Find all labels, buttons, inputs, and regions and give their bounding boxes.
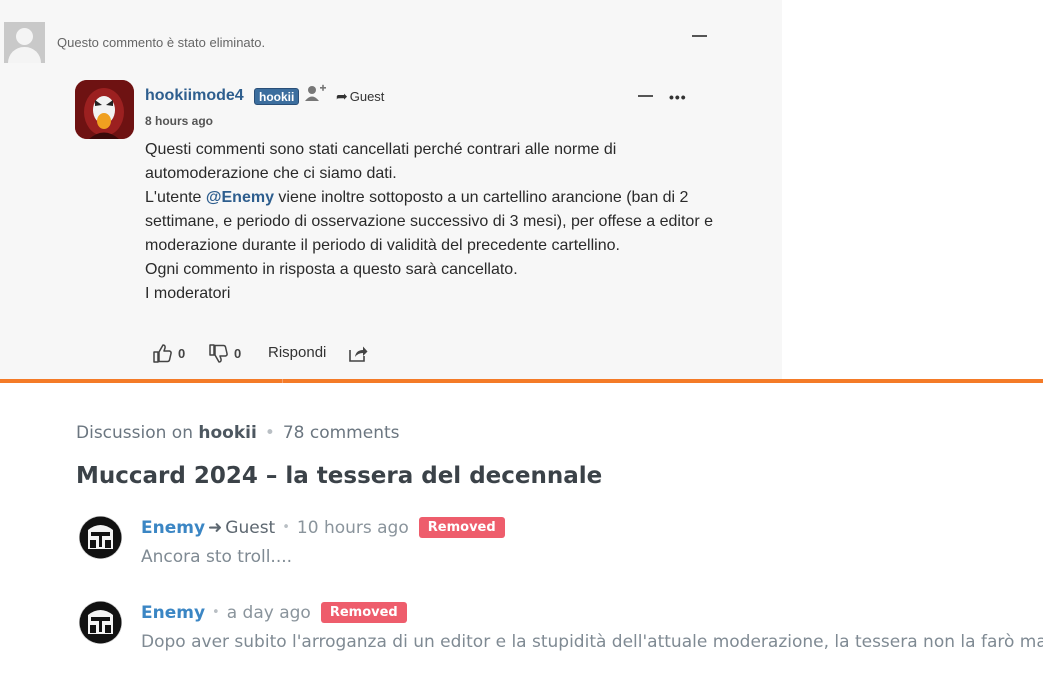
reply-arrow-icon: ➜ xyxy=(208,517,223,538)
site-link[interactable]: hookii xyxy=(198,423,256,443)
status-badge: Removed xyxy=(320,602,407,623)
guest-label: Guest xyxy=(349,89,385,104)
avatar[interactable] xyxy=(75,80,134,139)
deleted-comment: Questo commento è stato eliminato. xyxy=(0,0,782,70)
list-item: Enemy ➜ Guest • 10 hours ago Removed Anco… xyxy=(79,516,1043,567)
separator-dot: • xyxy=(264,423,275,443)
separator-line xyxy=(0,379,1043,383)
comment-thread-panel: Questo commento è stato eliminato. hooki… xyxy=(0,0,782,380)
status-badge: Removed xyxy=(418,517,505,538)
comment-paragraph: Questi commenti sono stati cancellati pe… xyxy=(145,141,617,182)
thread-title-link[interactable]: Muccard 2024 – la tessera del decennale xyxy=(76,463,602,489)
thumbs-down-icon xyxy=(209,344,228,363)
timestamp-link[interactable]: 10 hours ago xyxy=(297,518,409,538)
reply-to-guest-link[interactable]: ➦ Guest xyxy=(336,88,384,105)
share-arrow-icon: ➦ xyxy=(336,88,348,104)
downvote-count: 0 xyxy=(234,346,242,361)
helmet-avatar-icon xyxy=(79,601,122,644)
upvote-button[interactable]: 0 xyxy=(153,344,185,363)
comment-author-link[interactable]: hookiimode4 xyxy=(145,87,244,105)
timestamp-link[interactable]: a day ago xyxy=(227,603,311,623)
user-mention-link[interactable]: @Enemy xyxy=(206,189,274,206)
goose-avatar-icon xyxy=(75,80,134,139)
upvote-count: 0 xyxy=(178,346,186,361)
more-options-icon[interactable]: ••• xyxy=(669,89,687,105)
reply-button[interactable]: Rispondi xyxy=(268,344,326,361)
comment-timestamp[interactable]: 8 hours ago xyxy=(145,114,213,128)
collapse-icon[interactable] xyxy=(638,95,653,97)
moderator-comment: hookiimode4 hookii ➦ Guest 8 hours ago ••… xyxy=(75,80,715,375)
deleted-comment-text: Questo commento è stato eliminato. xyxy=(57,35,266,50)
moderator-badge: hookii xyxy=(254,88,300,105)
comment-paragraph: Ogni commento in risposta a questo sarà … xyxy=(145,261,518,278)
discussion-header: Discussion on hookii • 78 comments xyxy=(76,423,400,443)
avatar[interactable] xyxy=(79,516,122,559)
separator-dot: • xyxy=(282,520,290,535)
anonymous-avatar xyxy=(4,22,45,63)
comment-paragraph: I moderatori xyxy=(145,285,231,302)
avatar[interactable] xyxy=(79,601,122,644)
activity-meta: Enemy • a day ago Removed xyxy=(141,602,407,623)
comment-body: Questi commenti sono stati cancellati pe… xyxy=(145,138,715,306)
share-button[interactable] xyxy=(349,345,368,362)
helmet-avatar-icon xyxy=(79,516,122,559)
discussion-prefix: Discussion on xyxy=(76,423,193,443)
comment-snippet[interactable]: Ancora sto troll.... xyxy=(141,547,292,567)
follow-user-icon[interactable] xyxy=(304,84,326,104)
replied-to-link[interactable]: Guest xyxy=(225,518,275,538)
comment-snippet[interactable]: Dopo aver subito l'arroganza di un edito… xyxy=(141,632,1043,652)
activity-meta: Enemy ➜ Guest • 10 hours ago Removed xyxy=(141,517,505,538)
author-link[interactable]: Enemy xyxy=(141,518,205,538)
comment-text: L'utente xyxy=(145,189,206,206)
separator-dot: • xyxy=(212,605,220,620)
thumbs-up-icon xyxy=(153,344,172,363)
share-icon xyxy=(349,346,368,362)
comment-paragraph: L'utente @Enemy viene inoltre sottoposto… xyxy=(145,186,715,258)
reply-button-label: Rispondi xyxy=(268,344,327,361)
collapse-icon[interactable] xyxy=(692,35,707,37)
comments-count-link[interactable]: 78 comments xyxy=(283,423,400,443)
author-link[interactable]: Enemy xyxy=(141,603,205,623)
list-item: Enemy • a day ago Removed Dopo aver subi… xyxy=(79,601,1043,652)
downvote-button[interactable]: 0 xyxy=(209,344,241,363)
